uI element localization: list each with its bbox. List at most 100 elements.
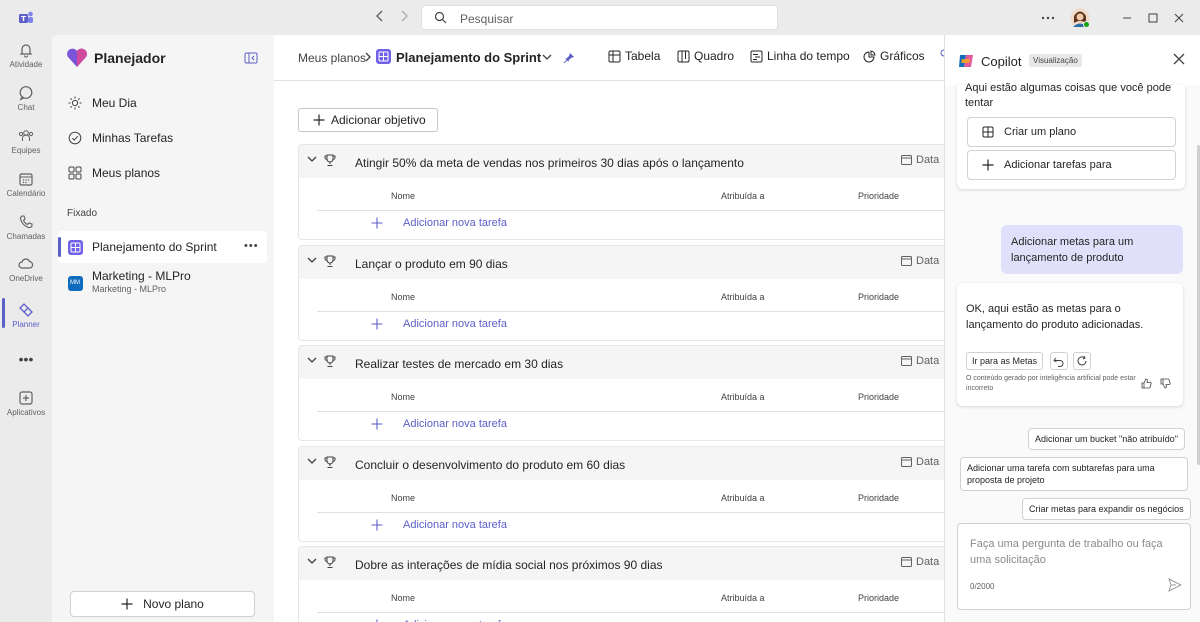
add-task-label: Adicionar nova tarefa bbox=[403, 519, 507, 531]
add-task-button[interactable]: Adicionar nova tarefa bbox=[371, 217, 507, 229]
add-task-button[interactable]: Adicionar nova tarefa bbox=[371, 318, 507, 330]
undo-icon[interactable] bbox=[1050, 352, 1068, 370]
tab-tabela[interactable]: Tabela bbox=[608, 49, 660, 63]
thumbs-up-icon[interactable] bbox=[1141, 378, 1152, 389]
sidebar-item-sublabel: Marketing - MLPro bbox=[92, 284, 167, 294]
back-icon[interactable] bbox=[373, 9, 387, 23]
more-options-icon[interactable]: ••• bbox=[244, 240, 259, 252]
selected-indicator bbox=[58, 237, 61, 257]
sun-icon bbox=[58, 96, 92, 110]
rail-more-icon[interactable]: ••• bbox=[0, 351, 52, 367]
title-bar: T Pesquisar bbox=[0, 0, 1200, 35]
rail-item-activity[interactable]: Atividade bbox=[0, 42, 52, 69]
suggestion-chip[interactable]: Adicionar um bucket "não atribuído" bbox=[1028, 428, 1185, 450]
rail-item-chat[interactable]: Chat bbox=[0, 85, 52, 112]
column-assigned: Atribuída a bbox=[721, 191, 765, 201]
goal-title[interactable]: Dobre as interações de mídia social nos … bbox=[355, 558, 663, 572]
goal-title[interactable]: Concluir o desenvolvimento do produto em… bbox=[355, 458, 625, 472]
chevron-down-icon[interactable] bbox=[542, 54, 552, 61]
copilot-prompt-input[interactable]: Faça uma pergunta de trabalho ou faça um… bbox=[957, 523, 1191, 610]
rail-label: Planner bbox=[12, 320, 40, 329]
chevron-down-icon[interactable] bbox=[307, 156, 317, 163]
copilot-response-card: OK, aqui estão as metas para o lançament… bbox=[957, 283, 1183, 406]
suggestion-add-tasks-button[interactable]: Adicionar tarefas para bbox=[967, 150, 1176, 180]
chat-icon bbox=[19, 86, 33, 101]
tab-graficos[interactable]: Gráficos bbox=[863, 49, 925, 63]
goto-goals-button[interactable]: Ir para as Metas bbox=[966, 352, 1044, 370]
maximize-icon[interactable] bbox=[1148, 0, 1158, 35]
refresh-icon[interactable] bbox=[1073, 352, 1091, 370]
pinned-section-label: Fixado bbox=[67, 208, 98, 219]
goal-title[interactable]: Lançar o produto em 90 dias bbox=[355, 257, 508, 271]
suggestion-label: Criar um plano bbox=[1004, 126, 1077, 138]
goal-header: Realizar testes de mercado em 30 dias Dat… bbox=[299, 346, 947, 379]
close-window-icon[interactable] bbox=[1174, 0, 1184, 35]
phone-icon bbox=[19, 215, 33, 229]
avatar[interactable] bbox=[1070, 0, 1090, 35]
thumbs-down-icon[interactable] bbox=[1160, 378, 1171, 389]
sidebar-item-minhas-tarefas[interactable]: Minhas Tarefas bbox=[58, 122, 267, 154]
close-icon[interactable] bbox=[1173, 53, 1185, 65]
tab-linha-do-tempo[interactable]: Linha do tempo bbox=[750, 49, 850, 63]
rail-item-apps[interactable]: Aplicativos bbox=[0, 390, 52, 417]
more-options-icon[interactable] bbox=[1040, 0, 1056, 35]
add-goal-button[interactable]: Adicionar objetivo bbox=[298, 108, 438, 132]
chevron-down-icon[interactable] bbox=[307, 357, 317, 364]
char-counter: 0/2000 bbox=[970, 582, 995, 591]
goal-date[interactable]: Data bbox=[901, 456, 939, 468]
board-icon bbox=[677, 50, 690, 62]
goal-date[interactable]: Data bbox=[901, 556, 939, 568]
plan-header: Meus planos Planejamento do Sprint Tabel… bbox=[274, 35, 944, 81]
goal-date[interactable]: Data bbox=[901, 255, 939, 267]
sidebar-item-meus-planos[interactable]: Meus planos bbox=[58, 157, 267, 189]
tab-quadro[interactable]: Quadro bbox=[677, 49, 734, 63]
plus-icon bbox=[121, 598, 133, 610]
sidebar-item-marketing[interactable]: MM Marketing - MLPro Marketing - MLPro bbox=[58, 267, 267, 299]
ai-disclaimer: O conteúdo gerado por inteligência artif… bbox=[966, 375, 1136, 392]
new-plan-button[interactable]: Novo plano bbox=[70, 591, 255, 617]
chevron-down-icon[interactable] bbox=[307, 458, 317, 465]
collapse-sidebar-icon[interactable] bbox=[244, 52, 258, 64]
plus-icon bbox=[371, 519, 383, 531]
rail-item-planner[interactable]: Planner bbox=[0, 302, 52, 329]
rail-item-teams[interactable]: Equipes bbox=[0, 128, 52, 155]
suggestion-chip[interactable]: Criar metas para expandir os negócios bbox=[1022, 498, 1191, 520]
minimize-icon[interactable] bbox=[1122, 0, 1132, 35]
sidebar-item-meu-dia[interactable]: Meu Dia bbox=[58, 87, 267, 119]
add-task-button[interactable]: Adicionar nova tarefa bbox=[371, 418, 507, 430]
column-name: Nome bbox=[391, 493, 416, 503]
plus-icon bbox=[371, 318, 383, 330]
rail-item-calls[interactable]: Chamadas bbox=[0, 214, 52, 241]
rail-item-calendar[interactable]: Calendário bbox=[0, 171, 52, 198]
calendar-icon bbox=[901, 557, 912, 567]
add-task-button[interactable]: Adicionar nova tarefa bbox=[371, 519, 507, 531]
rail-item-onedrive[interactable]: OneDrive bbox=[0, 256, 52, 283]
prompt-placeholder: Faça uma pergunta de trabalho ou faça um… bbox=[970, 538, 1163, 566]
column-priority: Prioridade bbox=[858, 593, 900, 603]
forward-icon[interactable] bbox=[397, 9, 411, 23]
goal-title[interactable]: Atingir 50% da meta de vendas nos primei… bbox=[355, 156, 744, 170]
calendar-icon bbox=[901, 256, 912, 266]
pin-icon[interactable] bbox=[563, 52, 575, 64]
goal-date[interactable]: Data bbox=[901, 154, 939, 166]
goal-title[interactable]: Realizar testes de mercado em 30 dias bbox=[355, 357, 563, 371]
search-input[interactable]: Pesquisar bbox=[421, 5, 778, 30]
chevron-down-icon[interactable] bbox=[307, 558, 317, 565]
suggestion-chip[interactable]: Adicionar uma tarefa com subtarefas para… bbox=[960, 457, 1188, 491]
column-name: Nome bbox=[391, 292, 416, 302]
goal-date[interactable]: Data bbox=[901, 355, 939, 367]
send-icon[interactable] bbox=[1168, 578, 1182, 592]
goal-section: Realizar testes de mercado em 30 dias Dat… bbox=[298, 345, 948, 441]
chevron-down-icon[interactable] bbox=[307, 257, 317, 264]
calendar-icon bbox=[901, 155, 912, 165]
page-title: Planejamento do Sprint bbox=[396, 50, 542, 65]
calendar-icon bbox=[901, 356, 912, 366]
goal-header: Concluir o desenvolvimento do produto em… bbox=[299, 447, 947, 480]
suggestion-create-plan-button[interactable]: Criar um plano bbox=[967, 117, 1176, 147]
sidebar-item-label: Planejamento do Sprint bbox=[92, 240, 217, 254]
task-columns-header: Nome Atribuída a Prioridade bbox=[317, 379, 947, 412]
breadcrumb[interactable]: Meus planos bbox=[298, 51, 366, 65]
new-plan-label: Novo plano bbox=[143, 597, 204, 611]
column-name: Nome bbox=[391, 191, 416, 201]
sidebar-item-planejamento-sprint[interactable]: Planejamento do Sprint ••• bbox=[58, 231, 267, 263]
